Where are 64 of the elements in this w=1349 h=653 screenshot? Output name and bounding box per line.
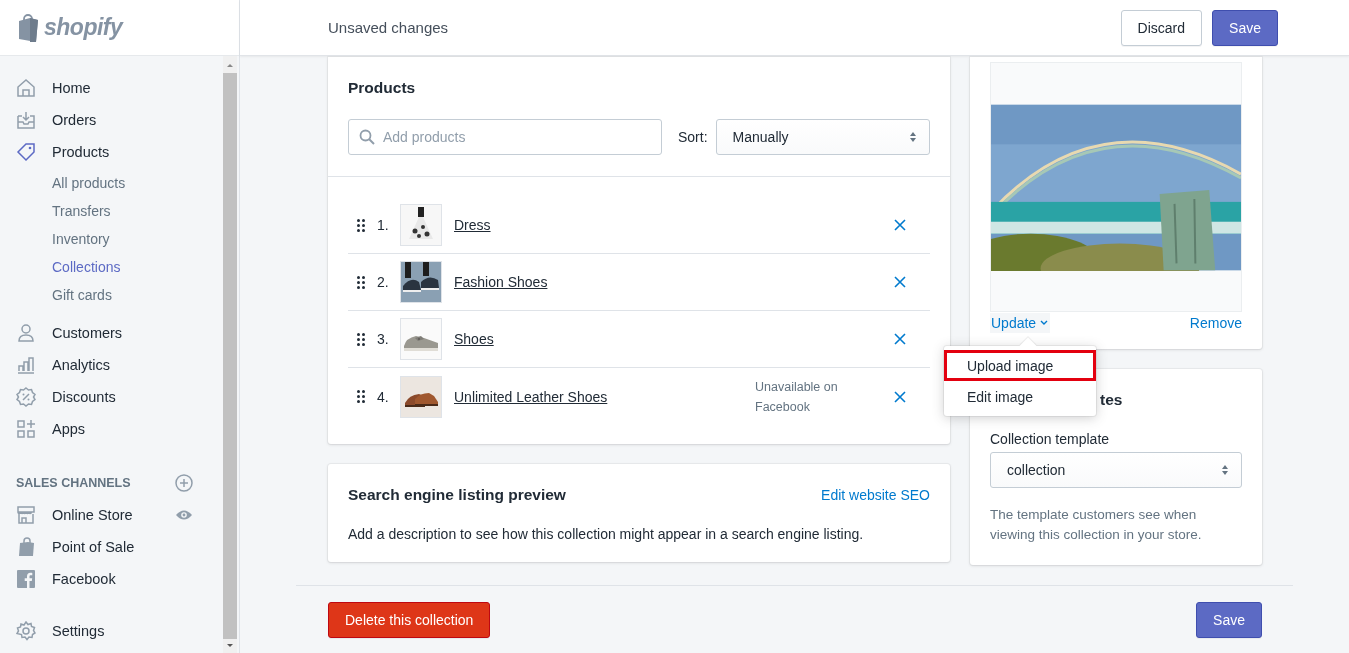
nav-subitem[interactable]: Transfers [0,197,223,225]
drag-handle-icon[interactable] [357,390,365,403]
drag-handle-icon[interactable] [357,275,365,289]
remove-link[interactable]: Remove [1189,315,1242,331]
close-icon [894,219,906,231]
availability-note: Unavailable on Facebook [755,378,839,416]
card-title: Search engine listing preview [348,486,566,504]
nav-item[interactable]: Point of Sale [0,531,223,563]
add-icon[interactable] [175,474,193,492]
card-title: Products [348,79,417,97]
menu-item[interactable]: Upload image [944,350,1096,381]
drag-handle-icon[interactable] [357,332,365,346]
page-title: Unsaved changes [328,19,450,36]
edit-seo-link[interactable]: Edit website SEO [821,487,930,503]
product-link[interactable]: Dress [454,217,491,233]
nav-item[interactable]: Discounts [0,381,223,413]
select-caret-icon [1221,464,1229,476]
shopping-bag-icon [16,13,40,42]
save-button[interactable]: Save [1196,602,1262,638]
nav-item[interactable]: Analytics [0,349,223,381]
product-link[interactable]: Shoes [454,331,494,347]
nav-item[interactable]: Online Store [0,499,175,531]
template-select[interactable]: collection [990,452,1242,488]
product-link[interactable]: Fashion Shoes [454,274,548,290]
discard-button[interactable]: Discard [1120,9,1203,46]
nav-subitem[interactable]: Gift cards [0,281,223,309]
update-dropdown[interactable]: Update [990,313,1051,333]
close-icon [894,333,906,345]
section-heading: SALES CHANNELS [16,476,131,490]
delete-button[interactable]: Delete this collection [328,602,491,638]
facebook-icon [16,569,36,589]
seo-description: Add a description to see how this collection might appear in a search engine listing. [348,526,865,542]
close-icon [894,390,906,403]
menu-item[interactable]: Edit image [944,381,1096,412]
nav-subitem[interactable]: Collections [0,253,223,281]
save-button[interactable]: Save [1212,9,1278,46]
nav-item[interactable]: Customers [0,317,223,349]
row-number: 2. [377,274,390,290]
nav-subitem[interactable]: Inventory [0,225,223,253]
search-field[interactable]: Add products [348,119,662,155]
nav-item[interactable]: Products [0,136,223,168]
help-text: The template customers see when viewing this collection in your store. [990,506,1203,544]
row-number: 4. [377,388,390,405]
store-icon [16,505,36,525]
close-icon [894,276,906,288]
select-caret-icon [909,131,917,143]
nav-item[interactable]: Home [0,72,223,104]
row-number: 3. [377,331,390,347]
nav-item[interactable]: Orders [0,104,223,136]
nav-subitem[interactable]: All products [0,169,223,197]
sort-label: Sort: [678,129,708,145]
nav-item[interactable]: Settings [0,615,223,647]
field-label: Collection template [990,431,1111,447]
row-number: 1. [377,217,390,233]
sort-select[interactable]: Manually [715,119,930,155]
caret-icon [1040,320,1049,326]
settings-icon [16,621,36,641]
logo: shopify [44,14,123,41]
card-title: tes [1100,391,1123,409]
shopping-bag-icon [16,537,36,557]
nav-item[interactable]: Facebook [0,563,223,595]
drag-handle-icon[interactable] [357,218,365,232]
nav-item[interactable]: Apps [0,413,223,445]
product-link[interactable]: Unlimited Leather Shoes [454,388,608,405]
